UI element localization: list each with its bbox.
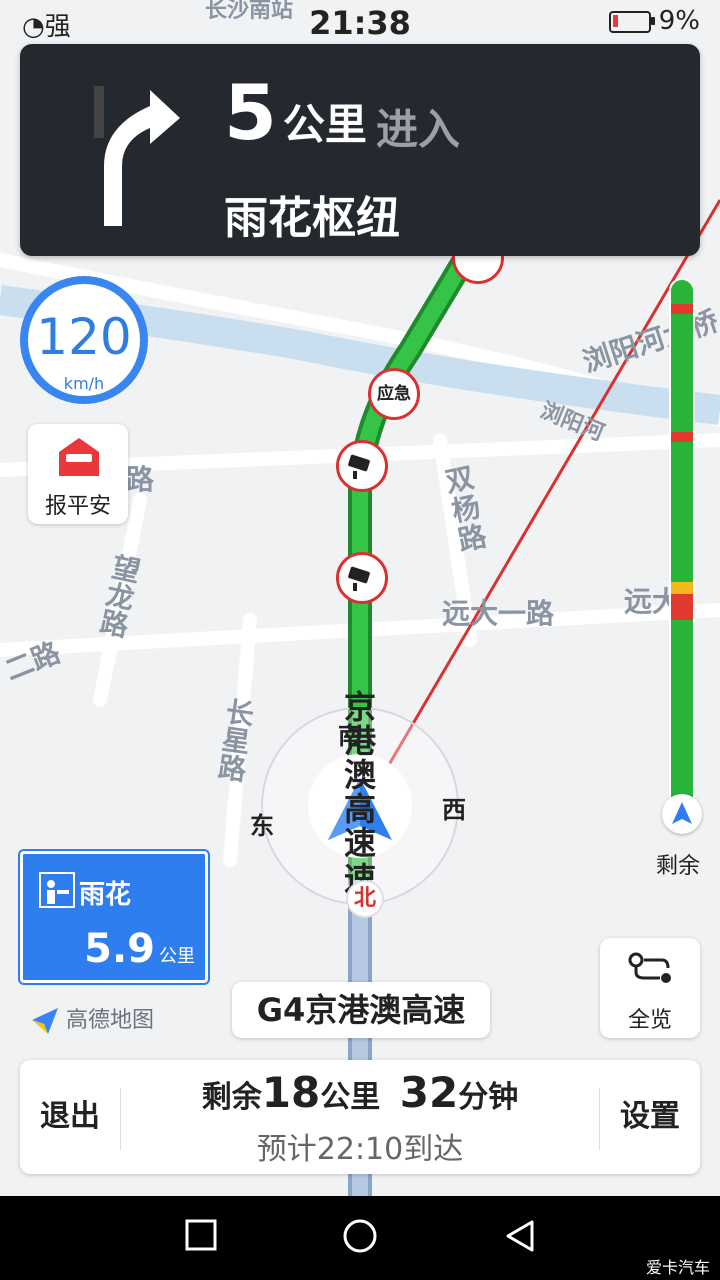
remaining-prefix: 剩余: [201, 1080, 262, 1115]
speed-limit-sign: 120 km/h: [20, 276, 148, 404]
back-icon[interactable]: [502, 1218, 538, 1254]
battery-indicator: 9%: [608, 6, 700, 36]
compass-west: 西: [442, 796, 466, 824]
current-road-name: G4京港澳高速: [232, 982, 490, 1038]
recent-apps-icon[interactable]: [184, 1218, 218, 1252]
vehicle-position-arrow-icon: [318, 762, 402, 846]
traffic-jam-segment: [671, 432, 693, 442]
road-label-fragment: 路: [126, 463, 155, 496]
home-icon[interactable]: [342, 1218, 378, 1254]
watermark: 爱卡汽车: [645, 1258, 710, 1277]
trip-info-panel: 退出 剩余18公里 32分钟 预计22:10到达 设置: [20, 1060, 700, 1174]
speed-camera-icon: [336, 440, 388, 492]
speed-limit-value: 120: [36, 308, 132, 366]
speed-limit-unit: km/h: [63, 374, 105, 393]
maneuver-action: 进入: [376, 105, 461, 154]
exit-name: 雨花: [79, 880, 132, 910]
remaining-time-unit: 分钟: [458, 1080, 519, 1115]
system-navigation-bar: [0, 1196, 720, 1280]
battery-icon: [608, 10, 655, 33]
traffic-jam-segment: [671, 304, 693, 314]
envelope-icon: [59, 438, 99, 476]
battery-percent: 9%: [658, 6, 700, 36]
remaining-summary: 剩余18公里 32分钟: [120, 1068, 600, 1117]
route-overview-button[interactable]: 全览: [600, 938, 700, 1038]
route-overview-label: 全览: [627, 1008, 672, 1033]
amap-logo-text: 高德地图: [66, 1008, 155, 1033]
compass-east: 东: [250, 812, 274, 840]
next-road-name: 雨花枢纽: [224, 193, 400, 244]
amap-logo-icon: [30, 1006, 60, 1036]
remaining-time: 32: [399, 1068, 459, 1117]
traffic-jam-segment: [671, 594, 693, 620]
compass-north: 北: [346, 880, 384, 918]
speed-camera-icon: [336, 552, 388, 604]
traffic-progress-bar: [669, 278, 695, 810]
amap-logo: 高德地图: [30, 1002, 154, 1036]
bear-right-arrow-icon: [94, 86, 180, 226]
exit-distance-unit: 公里: [159, 946, 195, 967]
exit-sign: 雨花 5.9 公里: [18, 849, 210, 985]
remaining-distance: 18: [261, 1068, 321, 1117]
exit-icon: [39, 872, 75, 908]
remaining-position-icon: [662, 794, 702, 834]
emergency-lane-marker: 应急: [368, 368, 420, 420]
eta-text: 预计22:10到达: [256, 1132, 464, 1167]
compass-south: 南: [338, 722, 362, 750]
traffic-slow-segment: [671, 582, 693, 594]
maneuver-distance-unit: 公里: [282, 100, 367, 149]
maneuver-distance: 5 公里: [224, 68, 367, 157]
exit-distance-value: 5.9: [84, 926, 155, 972]
settings-button[interactable]: 设置: [600, 1060, 700, 1174]
status-bar: ◔强 21:38 9%: [0, 0, 720, 44]
maneuver-distance-value: 5: [224, 68, 277, 157]
route-overview-icon: [628, 952, 671, 983]
report-safe-label: 报平安: [44, 494, 111, 519]
remaining-label: 剩余: [656, 854, 701, 879]
exit-distance: 5.9 公里: [84, 926, 195, 972]
road-label-yuanda: 远大一路: [442, 597, 555, 630]
report-safe-button[interactable]: 报平安: [28, 424, 128, 524]
remaining-distance-unit: 公里: [320, 1080, 381, 1115]
exit-navigation-button[interactable]: 退出: [20, 1060, 120, 1174]
turn-guidance-card[interactable]: 5 公里 进入 雨花枢纽: [20, 44, 700, 256]
